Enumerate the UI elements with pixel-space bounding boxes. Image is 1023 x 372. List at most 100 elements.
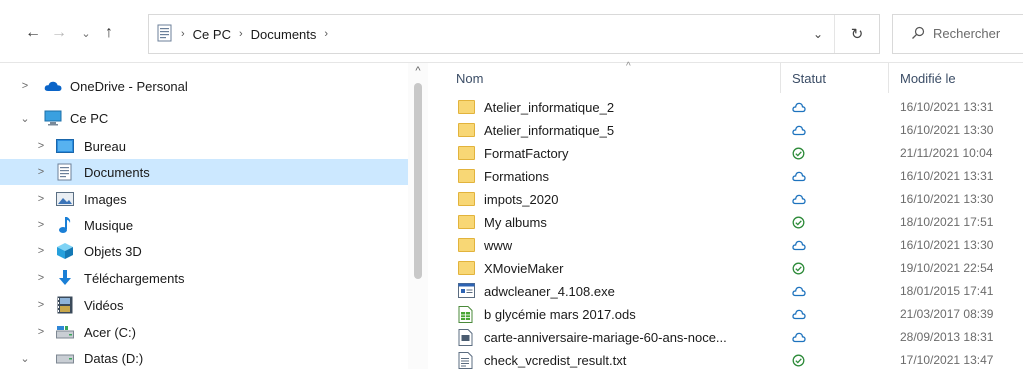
chevron-right-icon[interactable]: > bbox=[34, 166, 48, 178]
documents-location-icon bbox=[157, 24, 173, 45]
nav-item-label: Documents bbox=[84, 164, 150, 180]
file-name: www bbox=[484, 238, 513, 253]
file-modified-date: 16/10/2021 13:30 bbox=[900, 123, 994, 137]
file-modified-date: 16/10/2021 13:31 bbox=[900, 100, 994, 114]
file-row[interactable]: My albums 18/10/2021 17:51 bbox=[428, 211, 1023, 234]
text-file-icon bbox=[458, 352, 475, 369]
chevron-right-icon[interactable]: > bbox=[34, 245, 48, 257]
address-dropdown-button[interactable]: ⌄ bbox=[807, 15, 829, 53]
folder-icon bbox=[458, 191, 475, 207]
synced-status-icon bbox=[792, 216, 806, 229]
chevron-down-icon[interactable]: ⌄ bbox=[18, 112, 32, 125]
scroll-up-icon[interactable]: ^ bbox=[412, 65, 424, 77]
chevron-down-icon[interactable]: ⌄ bbox=[18, 352, 32, 365]
file-row[interactable]: Atelier_informatique_5 16/10/2021 13:30 bbox=[428, 119, 1023, 142]
refresh-button[interactable]: ↻ bbox=[834, 15, 879, 53]
column-header-name-label: Nom bbox=[456, 70, 484, 86]
file-modified-date: 28/09/2013 18:31 bbox=[900, 330, 994, 344]
file-name: XMovieMaker bbox=[484, 261, 564, 276]
desktop-icon bbox=[56, 138, 74, 154]
3d-objects-icon bbox=[56, 243, 74, 259]
chevron-right-icon[interactable]: > bbox=[34, 272, 48, 284]
downloads-icon bbox=[56, 270, 74, 286]
folder-icon bbox=[458, 145, 475, 161]
file-name: impots_2020 bbox=[484, 192, 559, 207]
nav-item-acer-c[interactable]: > Acer (C:) bbox=[0, 319, 408, 345]
file-row[interactable]: XMovieMaker 19/10/2021 22:54 bbox=[428, 257, 1023, 280]
nav-item-telechargements[interactable]: > Téléchargements bbox=[0, 265, 408, 291]
scrollbar-thumb[interactable] bbox=[414, 83, 422, 279]
chevron-right-icon[interactable]: > bbox=[34, 299, 48, 311]
exe-file-icon bbox=[458, 283, 475, 299]
file-name: b glycémie mars 2017.ods bbox=[484, 307, 636, 322]
music-icon bbox=[56, 217, 74, 233]
search-placeholder: Rechercher bbox=[933, 26, 1001, 41]
recent-locations-button[interactable]: ⌄ bbox=[78, 22, 94, 44]
folder-icon bbox=[458, 99, 475, 115]
nav-item-videos[interactable]: > Vidéos bbox=[0, 292, 408, 318]
nav-item-bureau[interactable]: > Bureau bbox=[0, 133, 408, 159]
file-row[interactable]: FormatFactory 21/11/2021 10:04 bbox=[428, 142, 1023, 165]
file-row[interactable]: b glycémie mars 2017.ods 21/03/2017 08:39 bbox=[428, 303, 1023, 326]
videos-icon bbox=[56, 296, 74, 314]
file-row[interactable]: Atelier_informatique_2 16/10/2021 13:31 bbox=[428, 96, 1023, 119]
file-name: Atelier_informatique_5 bbox=[484, 123, 615, 138]
file-name: adwcleaner_4.108.exe bbox=[484, 284, 615, 299]
back-button[interactable]: ← bbox=[22, 22, 44, 44]
breadcrumb: › Ce PC › Documents › bbox=[157, 15, 328, 53]
cloud-status-icon bbox=[792, 308, 806, 321]
column-divider[interactable] bbox=[888, 63, 889, 93]
drive-c-icon bbox=[56, 324, 74, 340]
breadcrumb-documents[interactable]: Documents bbox=[251, 27, 317, 42]
folder-icon bbox=[458, 237, 475, 253]
nav-item-label: Téléchargements bbox=[84, 270, 185, 286]
nav-item-objets-3d[interactable]: > Objets 3D bbox=[0, 238, 408, 264]
nav-item-label: Images bbox=[84, 191, 127, 207]
file-modified-date: 16/10/2021 13:30 bbox=[900, 192, 994, 206]
nav-item-datas-d[interactable]: ⌄ Datas (D:) bbox=[0, 345, 408, 371]
nav-item-ce-pc[interactable]: ⌄ Ce PC bbox=[0, 105, 408, 131]
column-divider[interactable] bbox=[780, 63, 781, 93]
breadcrumb-separator[interactable]: › bbox=[239, 28, 243, 40]
column-header-name[interactable]: Nom ^ bbox=[456, 61, 792, 93]
column-header-modified[interactable]: Modifié le bbox=[900, 63, 1020, 93]
file-name: Atelier_informatique_2 bbox=[484, 100, 615, 115]
documents-icon bbox=[56, 163, 74, 181]
forward-button[interactable]: → bbox=[48, 22, 70, 44]
up-button[interactable]: ↑ bbox=[98, 22, 120, 44]
search-input[interactable]: Rechercher bbox=[892, 14, 1023, 54]
folder-icon bbox=[458, 214, 475, 230]
file-row[interactable]: Formations 16/10/2021 13:31 bbox=[428, 165, 1023, 188]
breadcrumb-separator[interactable]: › bbox=[181, 28, 185, 40]
computer-icon bbox=[44, 110, 62, 126]
file-modified-date: 18/01/2015 17:41 bbox=[900, 284, 994, 298]
nav-item-musique[interactable]: > Musique bbox=[0, 212, 408, 238]
column-header-status[interactable]: Statut bbox=[792, 63, 892, 93]
folder-icon bbox=[458, 260, 475, 276]
cloud-status-icon bbox=[792, 124, 806, 137]
file-list: Nom ^ Statut Modifié le Atelier_informat… bbox=[428, 61, 1023, 369]
file-row[interactable]: adwcleaner_4.108.exe 18/01/2015 17:41 bbox=[428, 280, 1023, 303]
nav-item-documents[interactable]: > Documents bbox=[0, 159, 408, 185]
cloud-status-icon bbox=[792, 239, 806, 252]
chevron-right-icon[interactable]: > bbox=[34, 219, 48, 231]
file-name: carte-anniversaire-mariage-60-ans-noce..… bbox=[484, 330, 727, 345]
file-modified-date: 16/10/2021 13:31 bbox=[900, 169, 994, 183]
chevron-right-icon[interactable]: > bbox=[34, 193, 48, 205]
chevron-right-icon[interactable]: > bbox=[34, 326, 48, 338]
chevron-right-icon[interactable]: > bbox=[34, 140, 48, 152]
address-bar[interactable]: › Ce PC › Documents › ⌄ ↻ bbox=[148, 14, 880, 54]
nav-item-onedrive[interactable]: > OneDrive - Personal bbox=[0, 73, 408, 99]
nav-item-label: OneDrive - Personal bbox=[70, 78, 188, 94]
nav-item-label: Vidéos bbox=[84, 297, 124, 313]
chevron-right-icon[interactable]: > bbox=[18, 80, 32, 92]
file-row[interactable]: impots_2020 16/10/2021 13:30 bbox=[428, 188, 1023, 211]
nav-item-images[interactable]: > Images bbox=[0, 186, 408, 212]
breadcrumb-ce-pc[interactable]: Ce PC bbox=[193, 27, 231, 42]
synced-status-icon bbox=[792, 147, 806, 160]
file-row[interactable]: www 16/10/2021 13:30 bbox=[428, 234, 1023, 257]
file-row[interactable]: carte-anniversaire-mariage-60-ans-noce..… bbox=[428, 326, 1023, 349]
nav-scrollbar[interactable]: ^ bbox=[408, 63, 428, 369]
spreadsheet-file-icon bbox=[458, 306, 475, 323]
breadcrumb-separator[interactable]: › bbox=[324, 28, 328, 40]
